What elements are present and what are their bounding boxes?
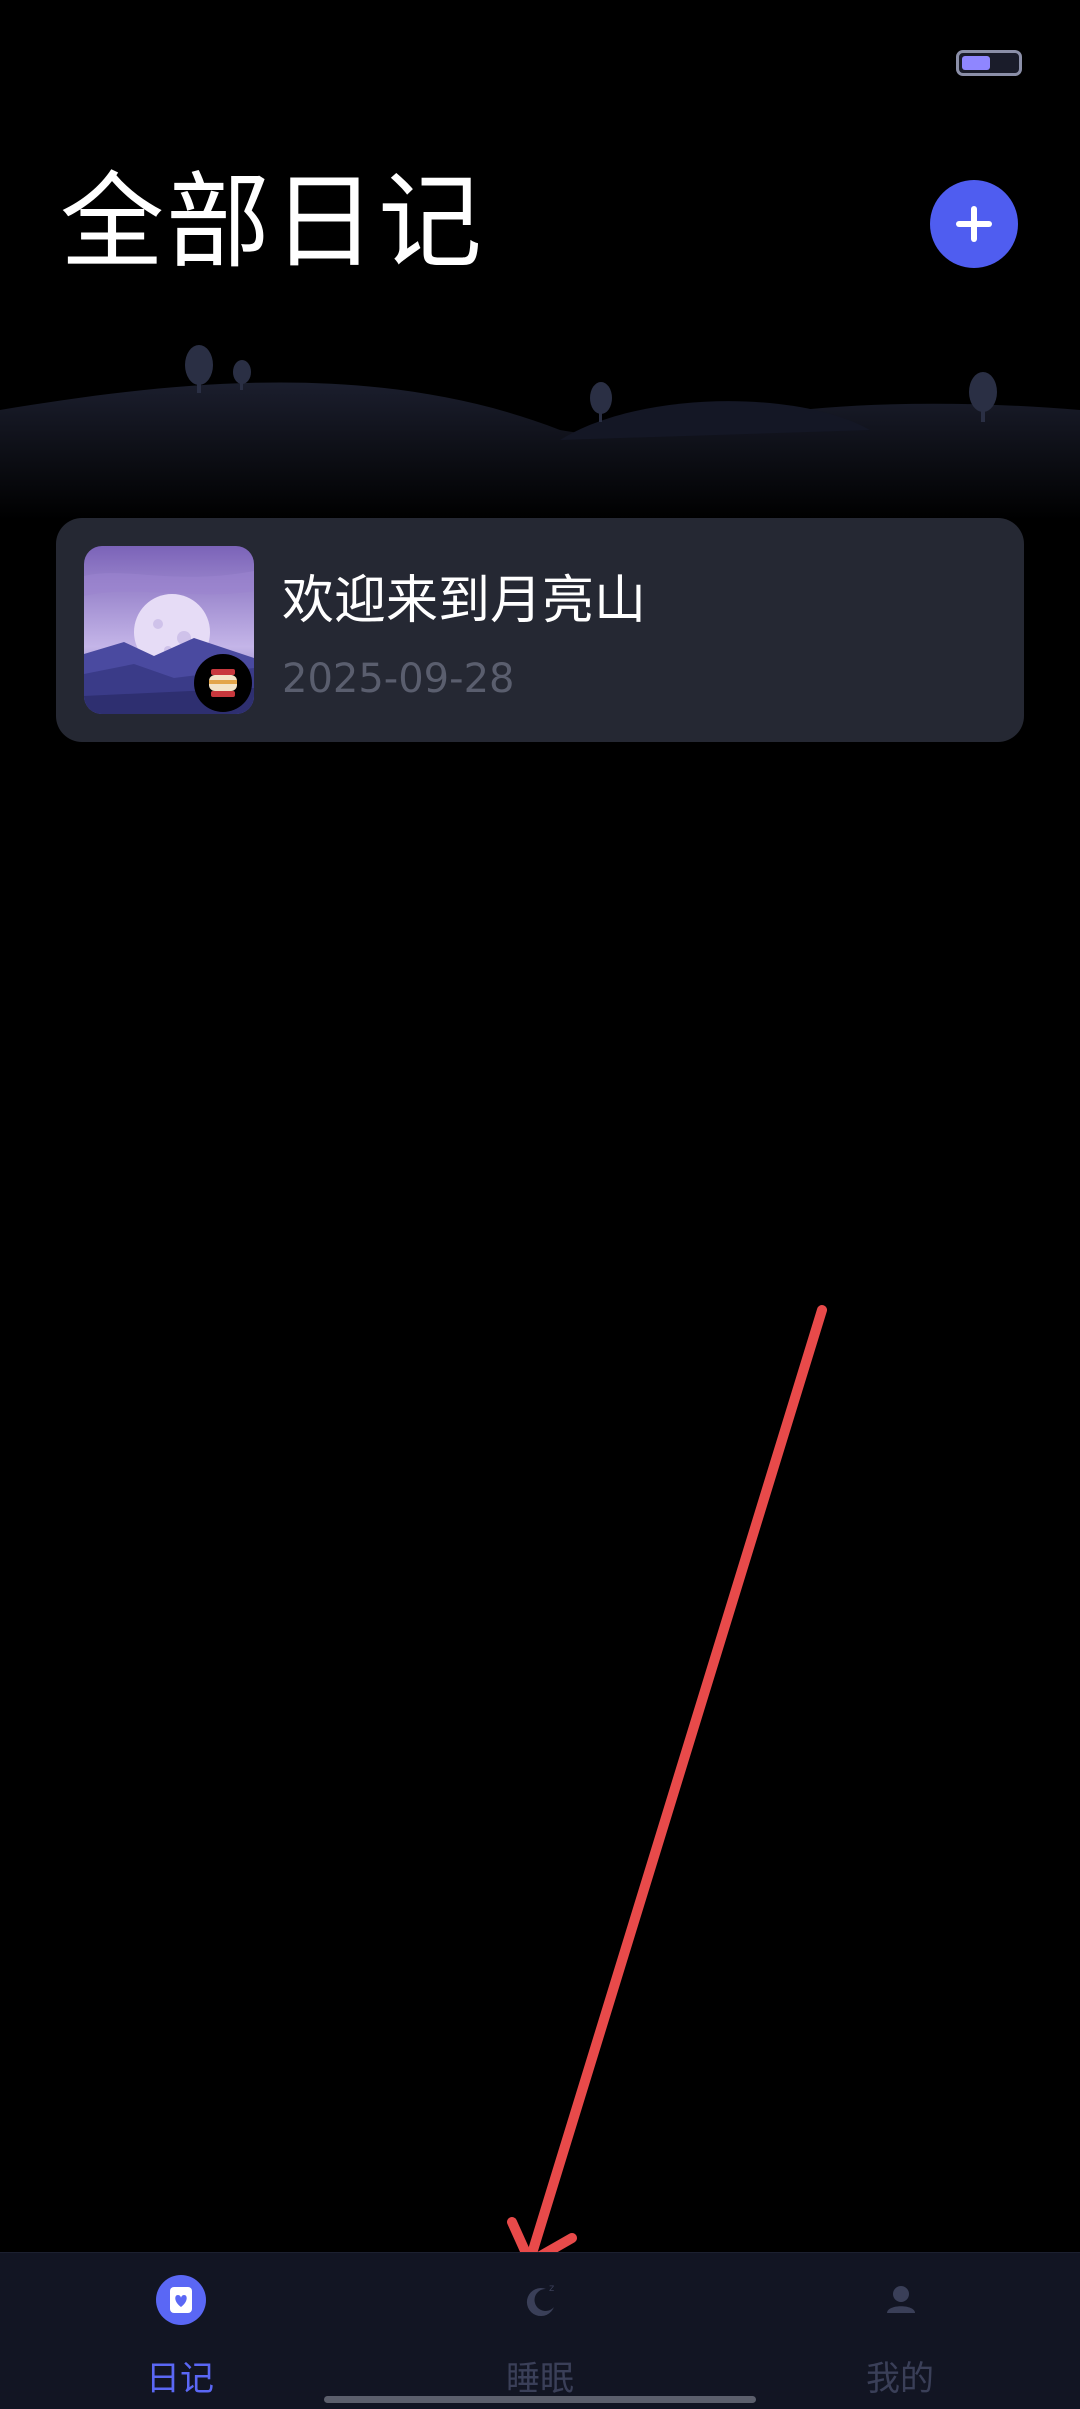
moon-sleep-icon: z bbox=[526, 2283, 554, 2317]
tab-sleep-label: 睡眠 bbox=[506, 2359, 574, 2399]
tab-sleep[interactable]: z 睡眠 bbox=[420, 2253, 660, 2409]
tab-diary[interactable]: 日记 bbox=[60, 2253, 300, 2409]
battery-icon bbox=[956, 50, 1022, 76]
diary-heart-icon bbox=[156, 2275, 206, 2325]
page-title: 全部日记 bbox=[60, 161, 485, 283]
plus-icon bbox=[956, 206, 992, 242]
tab-profile-label: 我的 bbox=[866, 2359, 934, 2399]
bottom-tab-bar: 日记 z 睡眠 我的 bbox=[0, 2252, 1080, 2409]
svg-text:z: z bbox=[549, 2283, 554, 2294]
add-diary-button[interactable] bbox=[930, 180, 1018, 268]
diary-card[interactable]: 欢迎来到月亮山 2025-09-28 bbox=[56, 518, 1024, 742]
diary-date: 2025-09-28 bbox=[282, 656, 515, 702]
home-indicator[interactable] bbox=[324, 2396, 756, 2403]
tab-profile[interactable]: 我的 bbox=[780, 2253, 1020, 2409]
hills-illustration bbox=[0, 345, 1080, 520]
diary-title: 欢迎来到月亮山 bbox=[282, 571, 647, 631]
person-icon bbox=[887, 2286, 915, 2313]
tab-diary-label: 日记 bbox=[146, 2359, 214, 2399]
lantern-icon bbox=[194, 654, 252, 712]
